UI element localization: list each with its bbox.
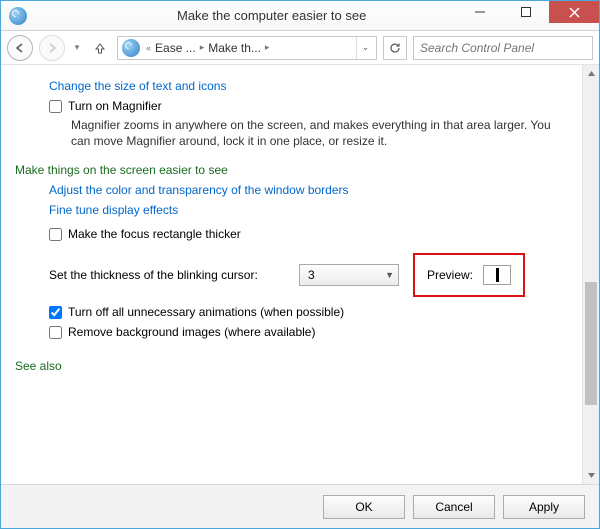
magnifier-description: Magnifier zooms in anywhere on the scree… <box>71 117 551 149</box>
label-cursor-thickness: Set the thickness of the blinking cursor… <box>49 268 285 282</box>
window-title: Make the computer easier to see <box>177 8 457 23</box>
link-adjust-color-transparency[interactable]: Adjust the color and transparency of the… <box>49 183 349 197</box>
label-turn-off-animations: Turn off all unnecessary animations (whe… <box>68 305 344 319</box>
preview-box <box>483 265 511 285</box>
scroll-up-button[interactable] <box>583 65 599 82</box>
link-fine-tune-display[interactable]: Fine tune display effects <box>49 203 178 217</box>
refresh-button[interactable] <box>383 36 407 60</box>
checkbox-turn-on-magnifier[interactable] <box>49 100 62 113</box>
label-focus-rectangle-thicker: Make the focus rectangle thicker <box>68 227 241 241</box>
chevron-right-icon[interactable]: ▸ <box>263 42 272 53</box>
dialog-footer: OK Cancel Apply <box>1 484 599 528</box>
maximize-button[interactable] <box>503 1 549 23</box>
up-button[interactable] <box>89 37 111 59</box>
checkbox-focus-rectangle-thicker[interactable] <box>49 228 62 241</box>
preview-label: Preview: <box>427 268 473 282</box>
close-button[interactable] <box>549 1 599 23</box>
history-dropdown[interactable]: ▾ <box>71 42 83 53</box>
scroll-down-button[interactable] <box>583 467 599 484</box>
vertical-scrollbar[interactable] <box>582 65 599 484</box>
breadcrumb-segment-1[interactable]: Ease ... <box>155 41 196 55</box>
label-remove-background-images: Remove background images (where availabl… <box>68 325 315 339</box>
section-heading-easier-to-see: Make things on the screen easier to see <box>15 163 572 177</box>
scroll-thumb[interactable] <box>585 282 597 405</box>
breadcrumb-overflow[interactable]: « <box>144 43 153 53</box>
breadcrumb-dropdown[interactable]: ⌄ <box>356 37 374 59</box>
forward-button[interactable] <box>39 35 65 61</box>
navigation-toolbar: ▾ « Ease ... ▸ Make th... ▸ ⌄ <box>1 31 599 65</box>
ease-of-access-icon <box>9 7 27 25</box>
apply-button[interactable]: Apply <box>503 495 585 519</box>
checkbox-remove-background-images[interactable] <box>49 326 62 339</box>
checkbox-turn-off-animations[interactable] <box>49 306 62 319</box>
label-turn-on-magnifier: Turn on Magnifier <box>68 99 162 113</box>
chevron-down-icon: ▼ <box>385 270 394 280</box>
ok-button[interactable]: OK <box>323 495 405 519</box>
ease-of-access-icon <box>122 39 140 57</box>
content-pane: Change the size of text and icons Turn o… <box>1 65 582 484</box>
minimize-button[interactable] <box>457 1 503 23</box>
caret-preview <box>496 268 499 282</box>
select-cursor-thickness-value: 3 <box>308 268 315 282</box>
preview-highlight: Preview: <box>413 253 525 297</box>
scroll-track[interactable] <box>583 82 599 467</box>
back-button[interactable] <box>7 35 33 61</box>
cancel-button[interactable]: Cancel <box>413 495 495 519</box>
search-input[interactable] <box>413 36 593 60</box>
titlebar: Make the computer easier to see <box>1 1 599 31</box>
chevron-right-icon[interactable]: ▸ <box>198 42 207 53</box>
link-change-text-size[interactable]: Change the size of text and icons <box>49 79 226 93</box>
select-cursor-thickness[interactable]: 3 ▼ <box>299 264 399 286</box>
breadcrumb[interactable]: « Ease ... ▸ Make th... ▸ ⌄ <box>117 36 377 60</box>
section-heading-see-also: See also <box>15 359 572 373</box>
breadcrumb-segment-2[interactable]: Make th... <box>208 41 261 55</box>
